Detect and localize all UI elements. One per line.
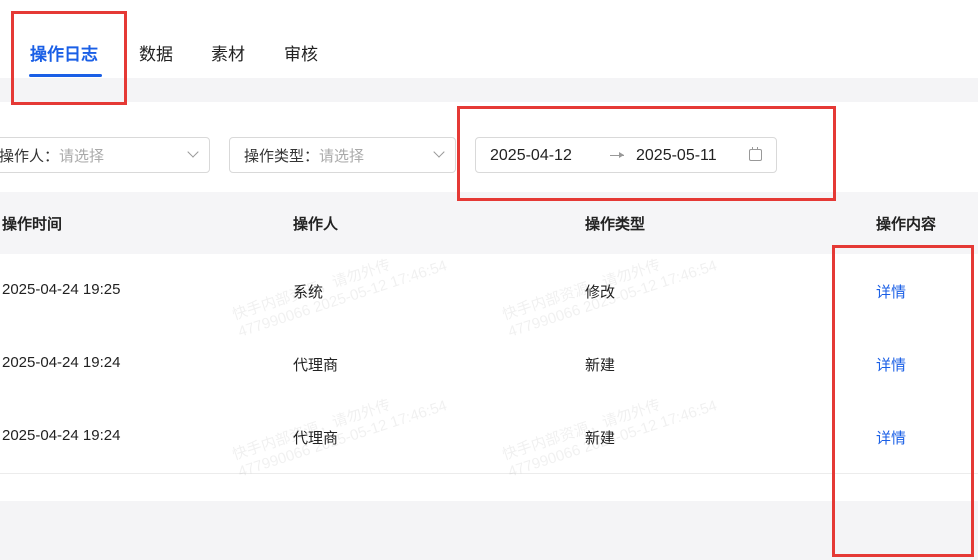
details-link[interactable]: 详情 [876, 281, 906, 302]
tab-bar: 操作日志 数据 素材 审核 [0, 0, 978, 78]
operation-type-select[interactable]: 操作类型： 请选择 [229, 137, 456, 173]
table-row: 2025-04-24 19:24 代理商 新建 详情 [0, 400, 978, 474]
column-header-operator: 操作人 [293, 216, 339, 233]
details-link[interactable]: 详情 [876, 427, 906, 448]
range-arrow-icon [610, 152, 624, 158]
cell-operator: 代理商 [293, 430, 339, 447]
section-divider [0, 78, 978, 102]
tab-data[interactable]: 数据 [139, 40, 173, 65]
cell-operator: 系统 [293, 284, 324, 301]
cell-time: 2025-04-24 19:24 [2, 427, 121, 444]
tab-material[interactable]: 素材 [211, 40, 245, 65]
cell-type: 新建 [585, 430, 616, 447]
tab-operation-log[interactable]: 操作日志 [30, 40, 98, 65]
details-link[interactable]: 详情 [876, 354, 906, 375]
cell-type: 新建 [585, 357, 616, 374]
table-row: 2025-04-24 19:24 代理商 新建 详情 [0, 327, 978, 401]
operator-select[interactable]: 操作人： 请选择 [0, 137, 210, 173]
chevron-down-icon [433, 146, 445, 158]
column-header-type: 操作类型 [585, 216, 646, 233]
active-tab-indicator [29, 74, 102, 77]
chevron-down-icon [187, 146, 199, 158]
operator-select-placeholder: 请选择 [59, 147, 105, 165]
cell-time: 2025-04-24 19:25 [2, 281, 121, 298]
cell-type: 修改 [585, 284, 616, 301]
tab-review[interactable]: 审核 [284, 40, 318, 65]
operation-type-select-label: 操作类型： [244, 147, 320, 165]
table-header: 操作时间 操作人 操作类型 操作内容 [0, 192, 978, 254]
cell-operator: 代理商 [293, 357, 339, 374]
date-range-picker[interactable]: 2025-04-12 2025-05-11 [475, 137, 777, 173]
column-header-content: 操作内容 [876, 216, 937, 233]
cell-time: 2025-04-24 19:24 [2, 354, 121, 371]
operator-select-label: 操作人： [0, 147, 60, 165]
calendar-icon[interactable] [749, 147, 762, 161]
start-date-input[interactable]: 2025-04-12 [490, 147, 572, 165]
column-header-time: 操作时间 [2, 216, 63, 233]
table-footer-area [0, 501, 978, 560]
end-date-input[interactable]: 2025-05-11 [636, 147, 717, 165]
table-row: 2025-04-24 19:25 系统 修改 详情 [0, 254, 978, 328]
operation-type-select-placeholder: 请选择 [319, 147, 365, 165]
